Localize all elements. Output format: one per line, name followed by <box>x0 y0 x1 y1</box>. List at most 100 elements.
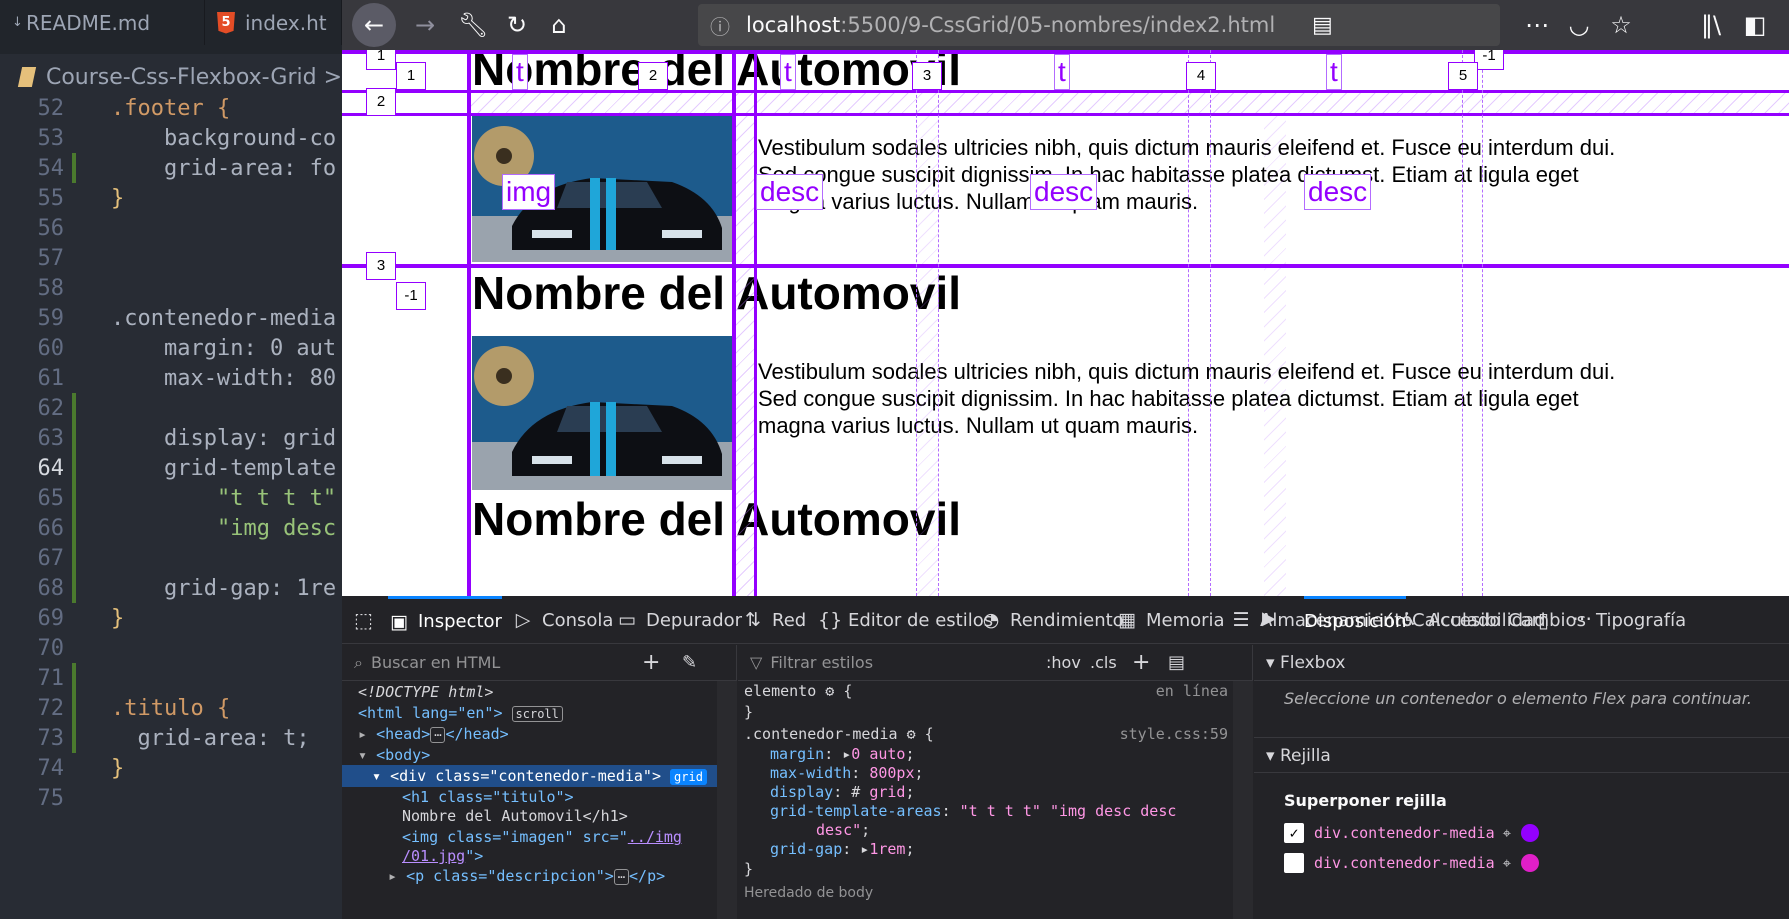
sidebar-icon[interactable]: ◧ <box>1738 8 1772 42</box>
code-line[interactable]: 70 <box>0 632 342 666</box>
tab-console[interactable]: ▷ Consola <box>512 596 614 644</box>
overlay-color-swatch[interactable] <box>1521 854 1540 872</box>
home-icon[interactable]: ⌂ <box>542 8 576 42</box>
markup-scrollbar[interactable] <box>717 681 737 919</box>
star-icon[interactable]: ☆ <box>1604 8 1638 42</box>
rule-decl[interactable]: margin: ▸0 auto; <box>744 744 1234 765</box>
code-line[interactable]: 64 grid-template <box>0 452 342 486</box>
tab-readme[interactable]: ↓ README.md <box>0 0 205 45</box>
code-line[interactable]: 66 "img desc <box>0 512 342 546</box>
rules-scrollbar[interactable] <box>1233 681 1253 919</box>
rule-decl[interactable]: max-width: 800px; <box>744 763 1234 784</box>
gear-icon[interactable]: ⚙ <box>907 725 916 743</box>
reader-view-icon[interactable]: ▤ <box>1312 13 1333 38</box>
code-area[interactable]: 52 .footer {53 background-co 54 grid-area:… <box>0 96 342 919</box>
code-line[interactable]: 62 <box>0 392 342 426</box>
reload-icon[interactable]: ↻ <box>500 8 534 42</box>
markup-html[interactable]: <html lang="en"> scroll <box>342 702 717 724</box>
info-icon[interactable]: ⓘ <box>710 11 730 40</box>
gear-icon[interactable]: ⚙ <box>825 682 834 700</box>
rule-decl[interactable]: display: # grid; <box>744 782 1234 803</box>
target-icon[interactable]: ⌖ <box>1503 854 1511 872</box>
img-src-link[interactable]: ../img <box>628 828 682 846</box>
add-rule-icon[interactable]: + <box>1132 650 1150 675</box>
url-bar[interactable]: ⓘ localhost:5500/9-CssGrid/05-nombres/in… <box>698 4 1500 46</box>
grid-section-header[interactable]: ▾ Rejilla <box>1254 737 1789 773</box>
back-arrow-icon[interactable]: ← <box>352 3 396 47</box>
checkbox-unchecked[interactable] <box>1284 853 1304 873</box>
markup-p[interactable]: ▸ <p class="descripcion"> ⋯ </p> <box>342 865 717 887</box>
code-line[interactable]: 52 .footer { <box>0 92 342 126</box>
markup-div-selected[interactable]: ▾ <div class="contenedor-media"> grid <box>342 765 717 787</box>
collapsed-badge[interactable]: ⋯ <box>430 727 446 743</box>
markup-body[interactable]: ▾ <body> <box>342 744 717 766</box>
code-line[interactable]: 71 <box>0 662 342 696</box>
checkbox-checked[interactable]: ✓ <box>1284 823 1304 843</box>
pick-element-icon[interactable]: ⬚ <box>354 608 380 632</box>
wrench-icon[interactable]: 🔧︎ <box>456 8 490 42</box>
tab-changes[interactable]: Cambios <box>1508 596 1586 644</box>
code-line[interactable]: 69} <box>0 602 342 636</box>
rule-source-link[interactable]: style.css:59 <box>1120 724 1228 745</box>
markup-img-cont[interactable]: /01.jpg"> <box>342 845 717 867</box>
print-media-icon[interactable]: ▤ <box>1168 652 1185 673</box>
tab-index-html[interactable]: 5 index.ht <box>205 0 342 45</box>
tab-debugger[interactable]: ▭ Depurador <box>616 596 742 644</box>
code-line[interactable]: 58 <box>0 272 342 306</box>
code-line[interactable]: 68 grid-gap: 1re <box>0 572 342 606</box>
rules-filter-input[interactable]: ▽ Filtrar estilos :hov .cls + ▤ <box>738 645 1253 681</box>
code-line[interactable]: 72 .titulo { <box>0 692 342 726</box>
toggle-sidebar-icon[interactable]: ▶︎ <box>1262 608 1276 629</box>
rule-decl[interactable]: grid-gap: ▸1rem; <box>744 839 1234 860</box>
tab-layout[interactable]: Disposición <box>1304 596 1407 644</box>
overlay-color-swatch[interactable] <box>1521 824 1540 842</box>
tab-network[interactable]: ⇅ Red <box>742 596 806 644</box>
rule-decl[interactable]: grid-template-areas: "t t t t" "img desc… <box>744 801 1234 822</box>
code-line[interactable]: 61 max-width: 80 <box>0 362 342 396</box>
tab-style-editor[interactable]: {} Editor de estilos <box>818 596 993 644</box>
flexbox-section-header[interactable]: ▾ Flexbox <box>1254 645 1789 681</box>
code-line[interactable]: 65 "t t t t" <box>0 482 342 516</box>
code-line[interactable]: 73 grid-area: t; <box>0 722 342 756</box>
code-line[interactable]: 54 grid-area: fo <box>0 152 342 186</box>
grid-badge[interactable]: grid <box>670 769 707 785</box>
pocket-icon[interactable]: ◡ <box>1562 8 1596 42</box>
cls-toggle[interactable]: .cls <box>1090 653 1117 672</box>
code-line[interactable]: 74} <box>0 752 342 786</box>
markup-head[interactable]: ▸ <head> ⋯ </head> <box>342 723 717 745</box>
code-line[interactable]: 57 <box>0 242 342 276</box>
code-line[interactable]: 56 <box>0 212 342 246</box>
code-line[interactable]: 67 <box>0 542 342 576</box>
grid-overlay-toggle[interactable]: ✓ div.contenedor-media ⌖ <box>1284 821 1540 845</box>
markup-search-input[interactable]: ⌕ Buscar en HTML + ✎ <box>342 645 737 681</box>
tab-fonts[interactable]: Tipografía <box>1596 596 1686 644</box>
code-line[interactable]: 59 .contenedor-media <box>0 302 342 336</box>
tab-computed[interactable]: Calculado <box>1412 596 1500 644</box>
rule-media-selector[interactable]: .contenedor-media ⚙ {style.css:59 <box>744 724 1234 745</box>
markup-h1-text[interactable]: Nombre del Automovil</h1> <box>342 805 717 827</box>
url-text[interactable]: localhost:5500/9-CssGrid/05-nombres/inde… <box>746 13 1275 37</box>
grid-icon[interactable]: # <box>851 783 860 801</box>
grid-overlay-toggle[interactable]: div.contenedor-media ⌖ <box>1284 851 1540 875</box>
tab-inspector[interactable]: ▣ Inspector <box>388 596 502 644</box>
tab-performance[interactable]: ◔ Rendimiento <box>980 596 1124 644</box>
collapsed-badge[interactable]: ⋯ <box>613 869 630 885</box>
library-icon[interactable]: ‖\ <box>1694 8 1728 42</box>
target-icon[interactable]: ⌖ <box>1503 824 1511 842</box>
add-node-icon[interactable]: + <box>642 650 660 675</box>
forward-arrow-icon[interactable]: → <box>408 8 442 42</box>
code-line[interactable]: 53 background-co <box>0 122 342 156</box>
eyedropper-icon[interactable]: ✎ <box>682 652 697 673</box>
markup-doctype[interactable]: <!DOCTYPE html> <box>342 681 717 703</box>
more-icon[interactable]: ⋯ <box>1520 8 1554 42</box>
hov-toggle[interactable]: :hov <box>1046 653 1081 672</box>
code-line[interactable]: 75 <box>0 782 342 816</box>
rule-element[interactable]: elemento ⚙ {en línea <box>744 681 1234 702</box>
rule-decl-cont[interactable]: desc"; <box>744 820 1234 841</box>
code-line[interactable]: 60 margin: 0 aut <box>0 332 342 366</box>
code-line[interactable]: 55} <box>0 182 342 216</box>
code-line[interactable]: 63 display: grid <box>0 422 342 456</box>
tab-memory[interactable]: ▦ Memoria <box>1116 596 1225 644</box>
scroll-badge[interactable]: scroll <box>511 706 563 722</box>
img-src-link[interactable]: /01.jpg <box>402 847 465 865</box>
